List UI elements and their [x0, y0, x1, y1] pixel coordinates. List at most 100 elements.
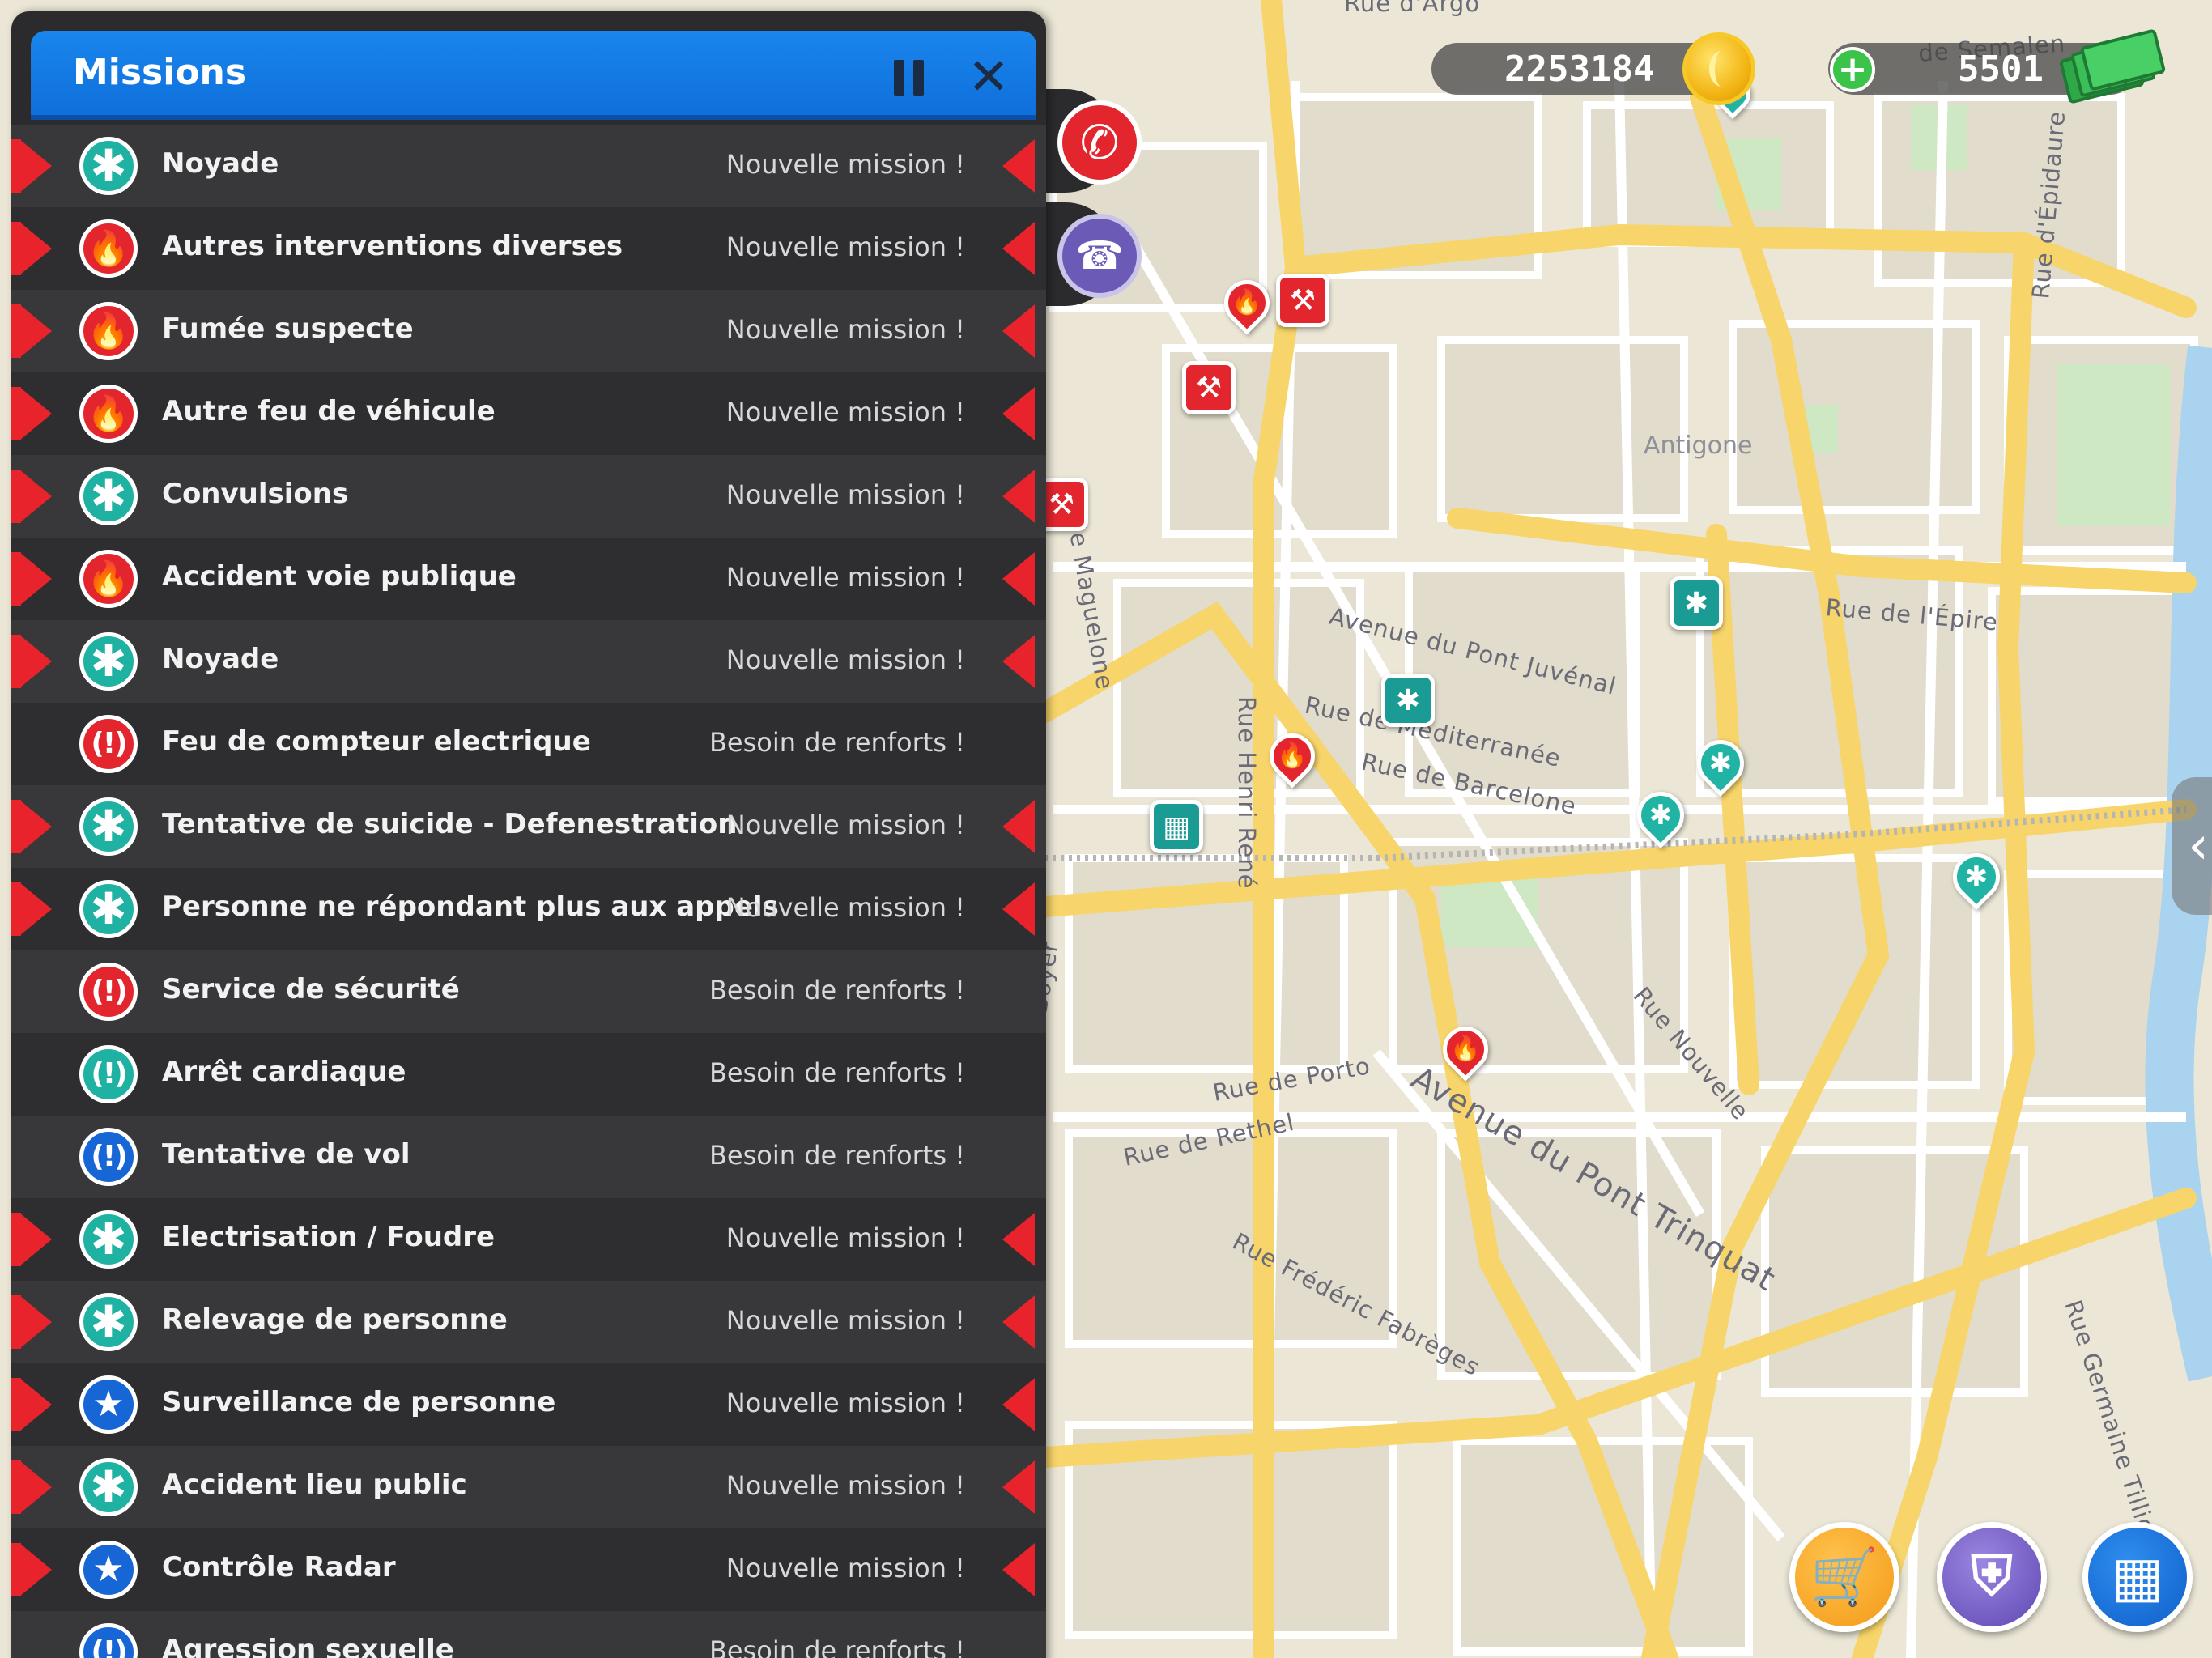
mission-list: ✱ Noyade Nouvelle mission ! 🔥 Autres interve…	[11, 125, 1046, 1658]
fire-station-icon: ⚒	[1048, 487, 1075, 521]
fire-station-marker[interactable]: ⚒	[1182, 361, 1236, 414]
mission-row[interactable]: (!) Tentative de vol Besoin de renforts !	[11, 1116, 1046, 1198]
mission-name: Noyade	[162, 147, 279, 180]
missions-panel-header: Missions ✕	[31, 31, 1036, 120]
mission-name: Autre feu de véhicule	[162, 395, 496, 427]
collapse-side-tab[interactable]: ‹	[2172, 777, 2212, 915]
new-mission-indicator	[11, 222, 52, 275]
medical-icon: ✱	[79, 467, 138, 525]
mission-status: Besoin de renforts !	[708, 975, 965, 1005]
mission-row[interactable]: (!) Agression sexuelle Besoin de renforts …	[11, 1611, 1046, 1658]
mission-row[interactable]: 🔥 Fumée suspecte Nouvelle mission !	[11, 290, 1046, 372]
shield-icon: ⛨	[1971, 1545, 2013, 1609]
mission-row[interactable]: ✱ Personne ne répondant plus aux appels No…	[11, 868, 1046, 950]
fire-mission-marker[interactable]: 🔥	[1260, 724, 1325, 789]
mission-row[interactable]: ✱ Relevage de personne Nouvelle mission !	[11, 1281, 1046, 1363]
reinforcement-alert-icon: (!)	[79, 963, 138, 1021]
mission-row[interactable]: ★ Surveillance de personne Nouvelle missio…	[11, 1363, 1046, 1446]
new-mission-indicator	[11, 1213, 52, 1266]
new-mission-indicator	[11, 1543, 52, 1596]
mission-row[interactable]: ✱ Electrisation / Foudre Nouvelle mission …	[11, 1198, 1046, 1281]
mission-name: Agression sexuelle	[162, 1634, 454, 1658]
phone-icon: ✆	[1079, 115, 1120, 170]
police-star-icon: ★	[79, 1541, 138, 1599]
new-mission-indicator	[1002, 1378, 1035, 1431]
medical-mission-marker[interactable]: ✱	[1687, 729, 1755, 797]
dispatch-icon: ☎	[1075, 233, 1124, 278]
mission-row[interactable]: ★ Contrôle Radar Nouvelle mission !	[11, 1528, 1046, 1611]
hospital-marker[interactable]: ▦	[1150, 800, 1203, 853]
mission-row[interactable]: 🔥 Autres interventions diverses Nouvelle m…	[11, 207, 1046, 290]
mission-row[interactable]: ✱ Noyade Nouvelle mission !	[11, 125, 1046, 207]
mission-name: Arrêt cardiaque	[162, 1056, 406, 1088]
medical-mission-marker[interactable]: ✱	[1942, 843, 2010, 911]
mission-status: Nouvelle mission !	[725, 149, 965, 180]
mission-row[interactable]: (!) Feu de compteur electrique Besoin de r…	[11, 703, 1046, 785]
mission-row[interactable]: 🔥 Accident voie publique Nouvelle mission …	[11, 538, 1046, 620]
mission-status: Nouvelle mission !	[725, 1222, 965, 1253]
medical-station-marker[interactable]: ✱	[1670, 576, 1723, 630]
building-icon: ▦	[2111, 1545, 2164, 1609]
coins-value: 2253184	[1504, 48, 1655, 90]
close-icon: ✕	[968, 47, 1010, 106]
medical-icon: ✱	[79, 632, 138, 691]
new-mission-indicator	[1002, 1295, 1035, 1349]
mission-name: Noyade	[162, 643, 279, 675]
area-label-antigone: Antigone	[1644, 432, 1753, 460]
new-mission-indicator	[11, 387, 52, 440]
mission-row[interactable]: ✱ Convulsions Nouvelle mission !	[11, 455, 1046, 538]
mission-name: Surveillance de personne	[162, 1386, 556, 1418]
mission-row[interactable]: ✱ Tentative de suicide - Defenestration No…	[11, 785, 1046, 868]
medical-station-marker[interactable]: ✱	[1381, 674, 1435, 727]
pause-button[interactable]	[889, 57, 929, 99]
mission-status: Nouvelle mission !	[725, 892, 965, 923]
medical-mission-marker[interactable]: ✱	[1627, 781, 1695, 849]
new-mission-indicator	[11, 1378, 52, 1431]
alliance-button[interactable]: ⛨	[1937, 1522, 2047, 1632]
missions-panel: Missions ✕ ✱ Noyade Nouvelle mission ! 🔥 Aut…	[11, 11, 1046, 1658]
close-button[interactable]: ✕	[963, 52, 1014, 102]
mission-row[interactable]: 🔥 Autre feu de véhicule Nouvelle mission !	[11, 372, 1046, 455]
shop-button[interactable]: 🛒	[1789, 1522, 1899, 1632]
new-mission-indicator	[11, 1295, 52, 1349]
buildings-button[interactable]: ▦	[2082, 1522, 2193, 1632]
add-cash-button[interactable]: +	[1830, 47, 1875, 92]
medical-icon: ✱	[1708, 747, 1733, 780]
incoming-call-button[interactable]: ✆	[1057, 100, 1142, 185]
mission-name: Service de sécurité	[162, 973, 460, 1005]
fire-station-marker[interactable]: ⚒	[1276, 274, 1329, 327]
medical-icon: ✱	[79, 880, 138, 938]
medical-icon: ✱	[79, 1458, 138, 1516]
street-label: Rue Henri René	[1233, 696, 1261, 889]
police-star-icon: ★	[79, 1375, 138, 1434]
new-mission-indicator	[1002, 1213, 1035, 1266]
mission-row[interactable]: (!) Service de sécurité Besoin de renforts…	[11, 950, 1046, 1033]
pause-icon	[894, 60, 904, 96]
mission-row[interactable]: ✱ Noyade Nouvelle mission !	[11, 620, 1046, 703]
mission-row[interactable]: ✱ Accident lieu public Nouvelle mission !	[11, 1446, 1046, 1528]
new-mission-indicator	[11, 882, 52, 936]
mission-name: Tentative de vol	[162, 1138, 410, 1171]
fire-mission-marker[interactable]: 🔥	[1433, 1017, 1498, 1082]
fire-station-icon: ⚒	[1289, 283, 1317, 317]
new-mission-indicator	[11, 552, 52, 606]
reinforcement-alert-icon: (!)	[79, 1128, 138, 1186]
fire-icon: 🔥	[1450, 1035, 1481, 1063]
mission-name: Accident voie publique	[162, 560, 517, 593]
medical-icon: ✱	[79, 1293, 138, 1351]
reinforcement-alert-icon: (!)	[79, 1045, 138, 1103]
fire-icon: 🔥	[1277, 742, 1308, 770]
street-label: Rue d'Argo	[1344, 0, 1480, 17]
mission-status: Nouvelle mission !	[725, 562, 965, 593]
new-mission-indicator	[1002, 882, 1035, 936]
mission-row[interactable]: (!) Arrêt cardiaque Besoin de renforts !	[11, 1033, 1046, 1116]
new-mission-indicator	[1002, 635, 1035, 688]
mission-name: Tentative de suicide - Defenestration	[162, 808, 738, 840]
fire-mission-marker[interactable]: 🔥	[1214, 270, 1279, 335]
new-mission-indicator	[1002, 1460, 1035, 1514]
new-mission-indicator	[1002, 552, 1035, 606]
dispatch-center-button[interactable]: ☎	[1057, 214, 1142, 298]
medical-icon: ✱	[1964, 861, 1989, 893]
cash-value: 5501	[1958, 48, 2044, 90]
mission-status: Nouvelle mission !	[725, 314, 965, 345]
